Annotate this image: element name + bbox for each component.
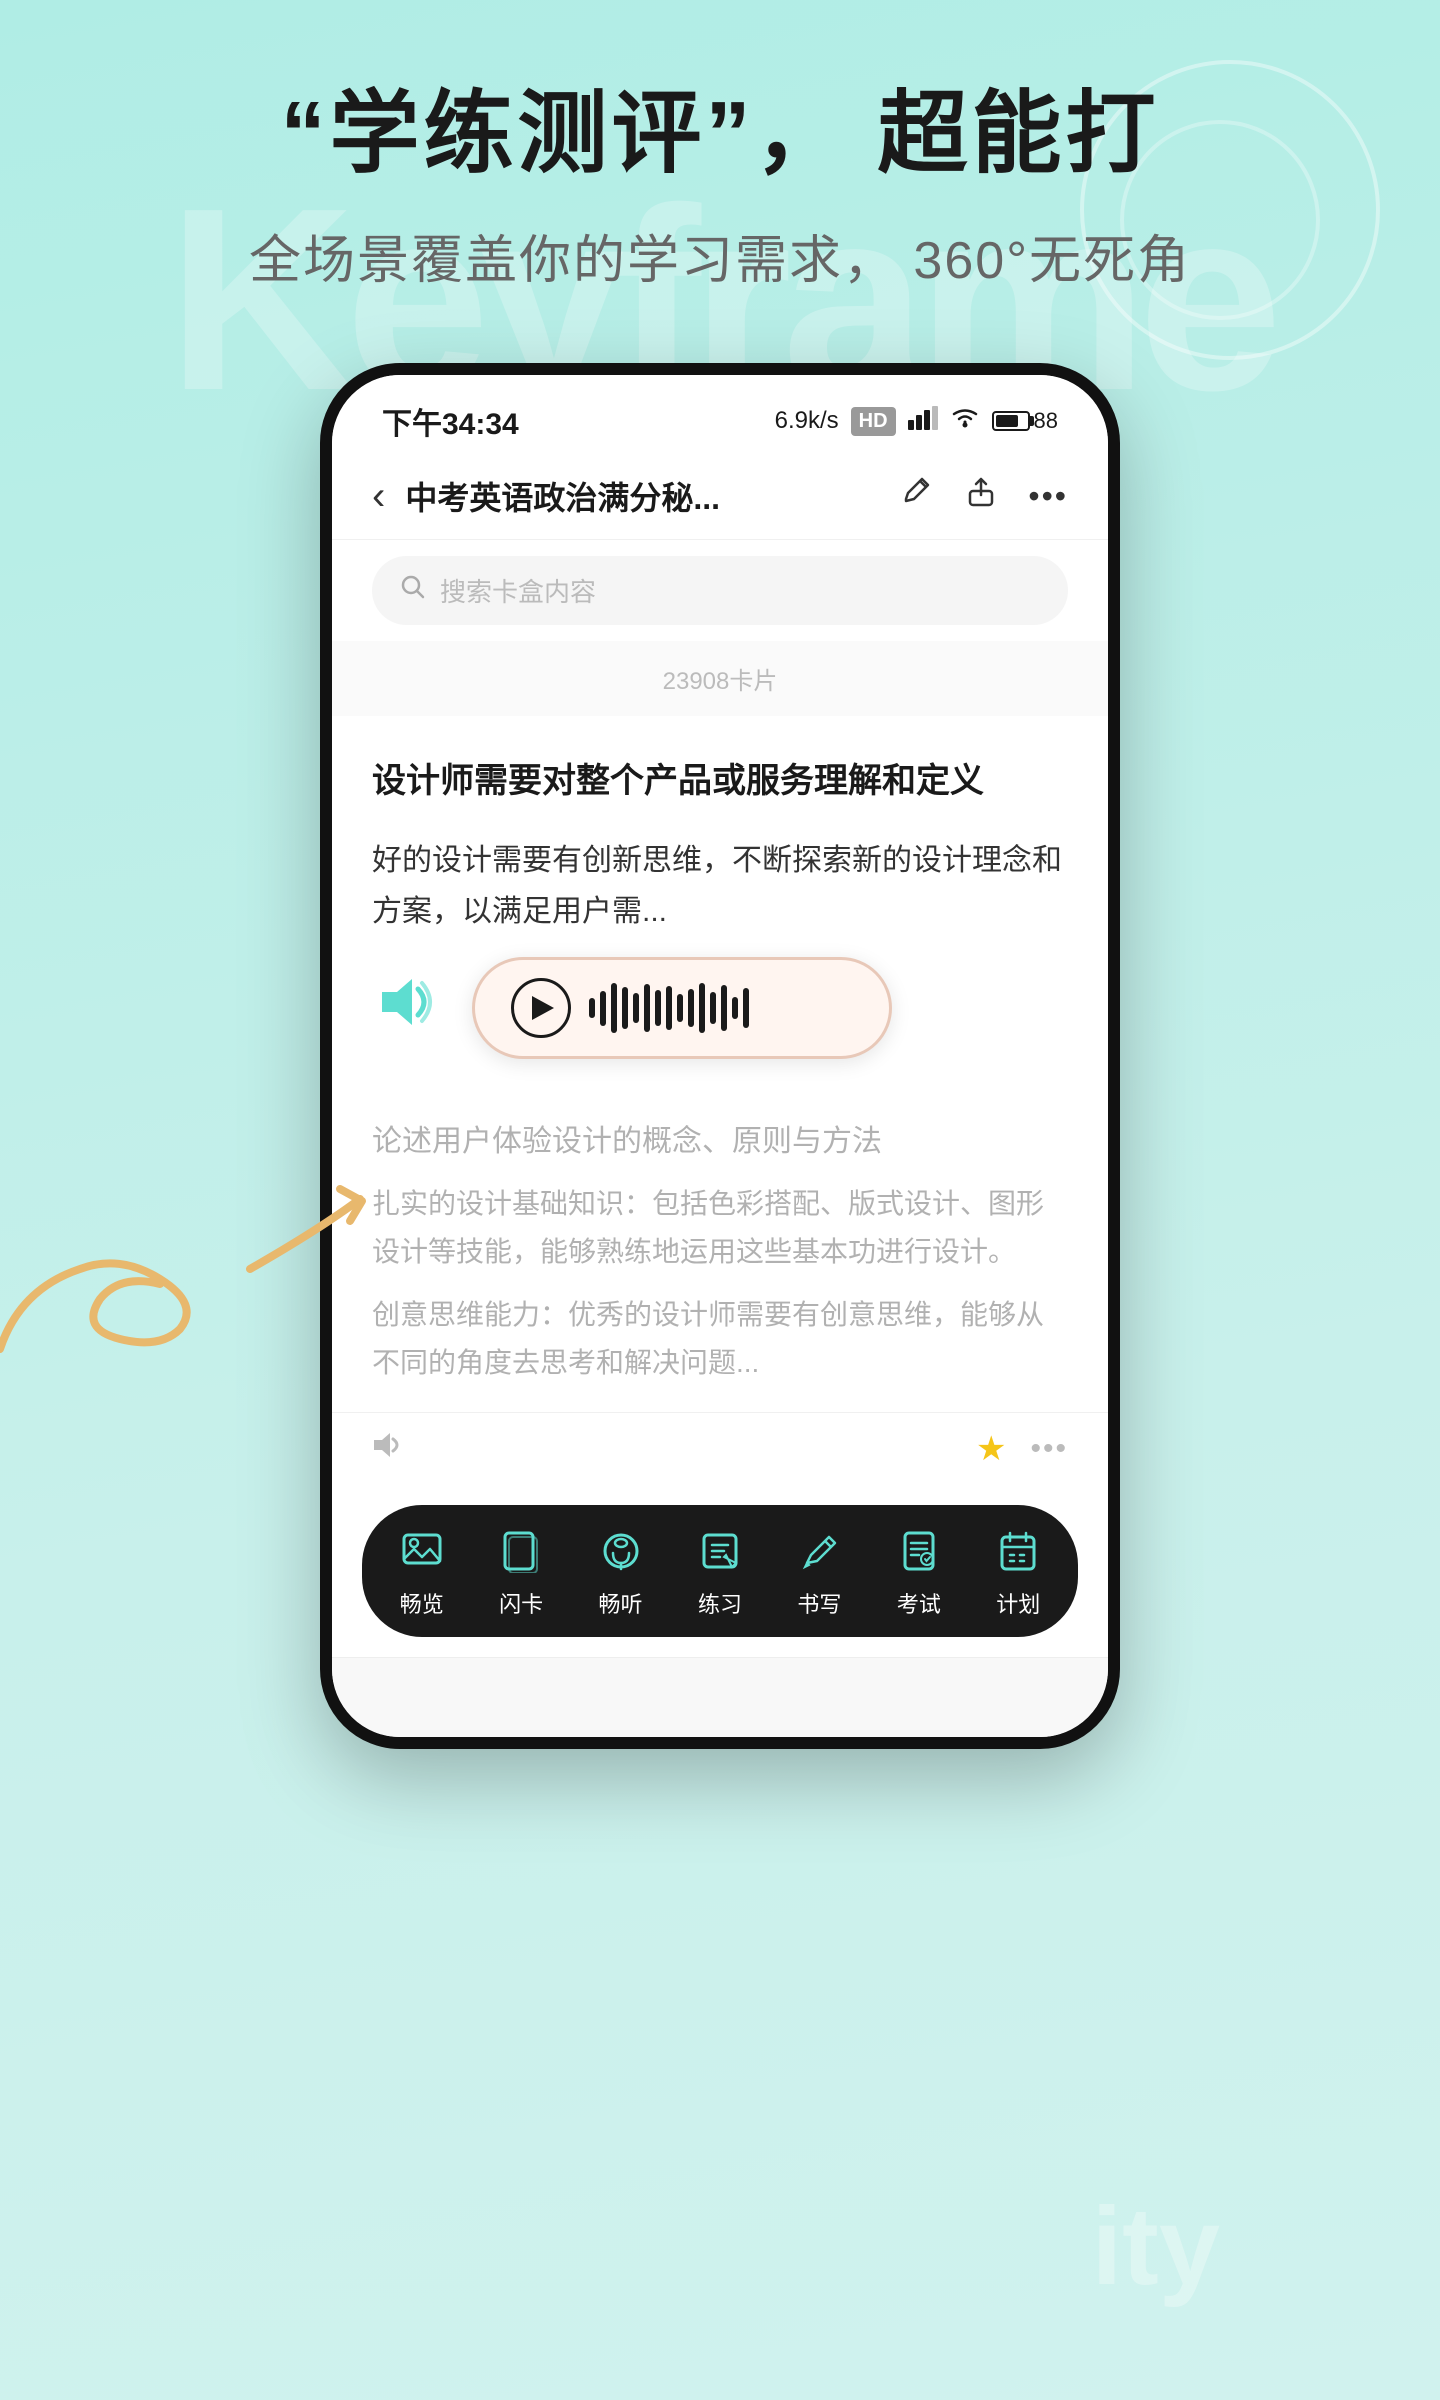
play-icon	[532, 996, 554, 1020]
battery-percent: 88	[1034, 408, 1058, 434]
waveform-bar	[589, 998, 595, 1018]
waveform-bar	[699, 983, 705, 1033]
waveform-bar	[633, 993, 639, 1023]
card-actions: ★ •••	[976, 1429, 1068, 1469]
waveform-bar	[655, 990, 661, 1026]
tab-label-practice: 练习	[698, 1587, 742, 1619]
signal-icon	[908, 406, 938, 437]
tab-write[interactable]: 书写	[770, 1525, 869, 1619]
card-controls	[372, 957, 1068, 1059]
status-right: 6.9k/s HD	[775, 406, 1058, 437]
card-1-answer: 好的设计需要有创新思维，不断探索新的设计理念和方案，以满足用户需...	[372, 835, 1068, 937]
tab-bar: 畅览 闪卡 畅听 练习 书写 考试 计划	[362, 1505, 1078, 1637]
status-speed: 6.9k/s	[775, 407, 839, 435]
audio-player[interactable]	[472, 957, 892, 1059]
tab-plan[interactable]: 计划	[969, 1525, 1068, 1619]
waveform-bar	[644, 984, 650, 1032]
phone-container: 下午34:34 6.9k/s HD	[0, 363, 1440, 1749]
tab-icon-listen	[595, 1525, 647, 1577]
tab-label-browse: 畅览	[400, 1587, 444, 1619]
hero-subtitle: 全场景覆盖你的学习需求， 360°无死角	[0, 218, 1440, 293]
hero-title: “学练测评”， 超能打	[0, 80, 1440, 188]
hero-section: “学练测评”， 超能打 全场景覆盖你的学习需求， 360°无死角	[0, 0, 1440, 293]
card-1-question: 设计师需要对整个产品或服务理解和定义	[372, 756, 1068, 807]
card-partial	[332, 1657, 1108, 1737]
tab-label-write: 书写	[797, 1587, 841, 1619]
hd-badge: HD	[851, 407, 896, 436]
card-2-question: 论述用户体验设计的概念、原则与方法	[372, 1119, 1068, 1164]
waveform-bar	[677, 994, 683, 1022]
card-2-answer-2: 创意思维能力：优秀的设计师需要有创意思维，能够从不同的角度去思考和解决问题...	[372, 1291, 1068, 1386]
waveform-bar	[710, 992, 716, 1024]
waveform-bar	[600, 991, 606, 1026]
play-button[interactable]	[511, 978, 571, 1038]
card-more-icon[interactable]: •••	[1030, 1432, 1068, 1466]
tab-label-exam: 考试	[897, 1587, 941, 1619]
waveform-bar	[611, 983, 617, 1033]
search-bar-area: 搜索卡盒内容	[332, 540, 1108, 641]
card-bottom-bar: ★ •••	[332, 1412, 1108, 1485]
share-icon[interactable]	[964, 475, 998, 518]
waveform	[589, 983, 749, 1033]
edit-icon[interactable]	[900, 475, 934, 518]
waveform-bar	[732, 997, 738, 1019]
phone-frame: 下午34:34 6.9k/s HD	[320, 363, 1120, 1749]
battery-icon: 88	[992, 408, 1058, 434]
nav-actions: •••	[900, 475, 1068, 518]
wifi-icon	[950, 406, 980, 437]
search-icon	[400, 574, 426, 607]
waveform-bar	[688, 989, 694, 1027]
nav-title: 中考英语政治满分秘...	[405, 473, 880, 519]
tab-browse[interactable]: 畅览	[372, 1525, 471, 1619]
back-button[interactable]: ‹	[372, 474, 385, 519]
waveform-bar	[666, 986, 672, 1030]
tab-listen[interactable]: 畅听	[571, 1525, 670, 1619]
card-1: 设计师需要对整个产品或服务理解和定义 好的设计需要有创新思维，不断探索新的设计理…	[332, 716, 1108, 1099]
audio-icon-small[interactable]	[372, 1430, 408, 1468]
tab-icon-browse	[396, 1525, 448, 1577]
tab-practice[interactable]: 练习	[670, 1525, 769, 1619]
tab-flashcard[interactable]: 闪卡	[471, 1525, 570, 1619]
card-count: 23908卡片	[332, 641, 1108, 716]
tab-label-plan: 计划	[996, 1587, 1040, 1619]
tab-label-listen: 畅听	[599, 1587, 643, 1619]
tab-icon-write	[793, 1525, 845, 1577]
tab-icon-practice	[694, 1525, 746, 1577]
speaker-icon[interactable]	[372, 967, 442, 1050]
card-2-answer-1: 扎实的设计基础知识：包括色彩搭配、版式设计、图形设计等技能，能够熟练地运用这些基…	[372, 1180, 1068, 1275]
waveform-bar	[743, 988, 749, 1028]
more-icon[interactable]: •••	[1028, 478, 1068, 515]
status-time: 下午34:34	[382, 399, 519, 443]
tab-label-flashcard: 闪卡	[499, 1587, 543, 1619]
waveform-bar	[721, 985, 727, 1031]
search-input[interactable]: 搜索卡盒内容	[440, 572, 596, 609]
star-icon[interactable]: ★	[976, 1429, 1006, 1469]
nav-bar: ‹ 中考英语政治满分秘... •••	[332, 453, 1108, 540]
tab-icon-flashcard	[495, 1525, 547, 1577]
waveform-bar	[622, 987, 628, 1029]
tab-icon-plan	[992, 1525, 1044, 1577]
search-bar[interactable]: 搜索卡盒内容	[372, 556, 1068, 625]
tab-icon-exam	[893, 1525, 945, 1577]
tab-exam[interactable]: 考试	[869, 1525, 968, 1619]
card-2: 论述用户体验设计的概念、原则与方法 扎实的设计基础知识：包括色彩搭配、版式设计、…	[332, 1099, 1108, 1412]
status-bar: 下午34:34 6.9k/s HD	[332, 375, 1108, 453]
